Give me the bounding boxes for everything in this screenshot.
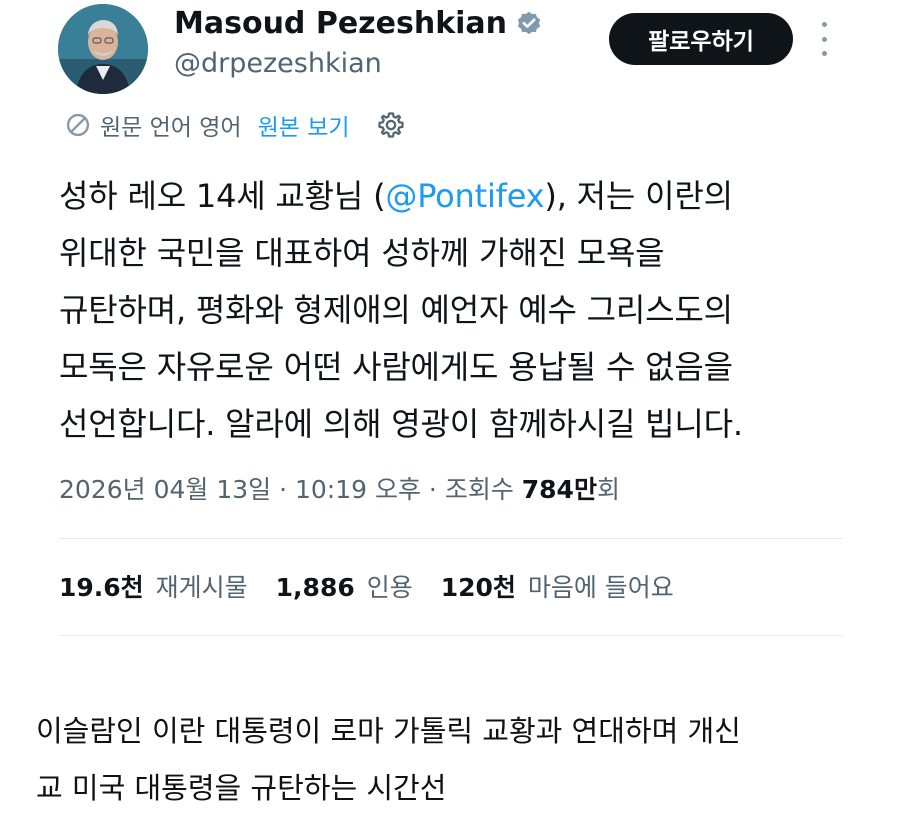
tweet-line: 선언합니다. 알라에 의해 영광이 함께하시길 빕니다. bbox=[59, 405, 743, 443]
divider bbox=[59, 538, 843, 539]
likes-count: 120천 bbox=[440, 573, 516, 602]
gear-icon[interactable] bbox=[376, 110, 406, 140]
more-dot bbox=[821, 36, 827, 42]
translation-bar: 원문 언어 영어 원본 보기 bbox=[64, 106, 406, 144]
tweet-line: 성하 레오 14세 교황님 (@Pontifex), 저는 이란의 bbox=[59, 168, 859, 225]
author-display-name[interactable]: Masoud Pezeshkian bbox=[174, 4, 543, 44]
tweet-text-segment: 성하 레오 14세 교황님 ( bbox=[59, 177, 386, 215]
follow-button[interactable]: 팔로우하기 bbox=[609, 13, 793, 65]
views-suffix: 회 bbox=[596, 475, 620, 504]
tweet-text-segment: ), 저는 이란의 bbox=[544, 177, 733, 215]
quotes-count: 1,886 bbox=[275, 573, 355, 602]
quotes-label: 인용 bbox=[366, 573, 413, 602]
reposts-label: 재게시물 bbox=[155, 573, 248, 602]
quotes-stat[interactable]: 1,886 인용 bbox=[276, 568, 413, 608]
timestamp[interactable]: 2026년 04월 13일 · 10:19 오후 · 조회수 bbox=[59, 475, 522, 504]
likes-stat[interactable]: 120천 마음에 들어요 bbox=[441, 568, 674, 608]
more-options-icon[interactable] bbox=[814, 22, 834, 56]
avatar[interactable] bbox=[58, 4, 148, 94]
tweet-meta: 2026년 04월 13일 · 10:19 오후 · 조회수 784만회 bbox=[59, 470, 620, 510]
mention-link[interactable]: @Pontifex bbox=[385, 177, 544, 215]
divider bbox=[59, 635, 843, 636]
caption: 이슬람인 이란 대통령이 로마 가톨릭 교황과 연대하며 개신 교 미국 대통령… bbox=[36, 703, 876, 817]
verified-badge-icon bbox=[517, 11, 541, 35]
tweet-body: 성하 레오 14세 교황님 (@Pontifex), 저는 이란의 위대한 국민… bbox=[59, 168, 859, 453]
views-count: 784만 bbox=[521, 475, 597, 504]
reposts-stat[interactable]: 19.6천 재게시물 bbox=[59, 568, 248, 608]
avatar-image bbox=[58, 4, 148, 94]
likes-label: 마음에 들어요 bbox=[527, 573, 674, 602]
more-dot bbox=[821, 51, 827, 56]
tweet-line: 규탄하며, 평화와 형제애의 예언자 예수 그리스도의 bbox=[59, 291, 733, 329]
author-name-text: Masoud Pezeshkian bbox=[174, 6, 508, 41]
more-dot bbox=[821, 22, 827, 27]
tweet-line: 모독은 자유로운 어떤 사람에게도 용납될 수 없음을 bbox=[59, 348, 733, 386]
tweet-line: 위대한 국민을 대표하여 성하께 가해진 모욕을 bbox=[59, 234, 665, 272]
author-handle[interactable]: @drpezeshkian bbox=[174, 46, 382, 82]
translation-note: 원문 언어 영어 bbox=[100, 115, 242, 141]
translate-icon bbox=[66, 113, 90, 137]
show-original-link[interactable]: 원본 보기 bbox=[258, 108, 350, 142]
caption-line: 이슬람인 이란 대통령이 로마 가톨릭 교황과 연대하며 개신 bbox=[36, 714, 741, 748]
reposts-count: 19.6천 bbox=[59, 573, 144, 602]
caption-line: 교 미국 대통령을 규탄하는 시간선 bbox=[36, 771, 447, 805]
engagement-stats: 19.6천 재게시물 1,886 인용 120천 마음에 들어요 bbox=[59, 568, 702, 608]
